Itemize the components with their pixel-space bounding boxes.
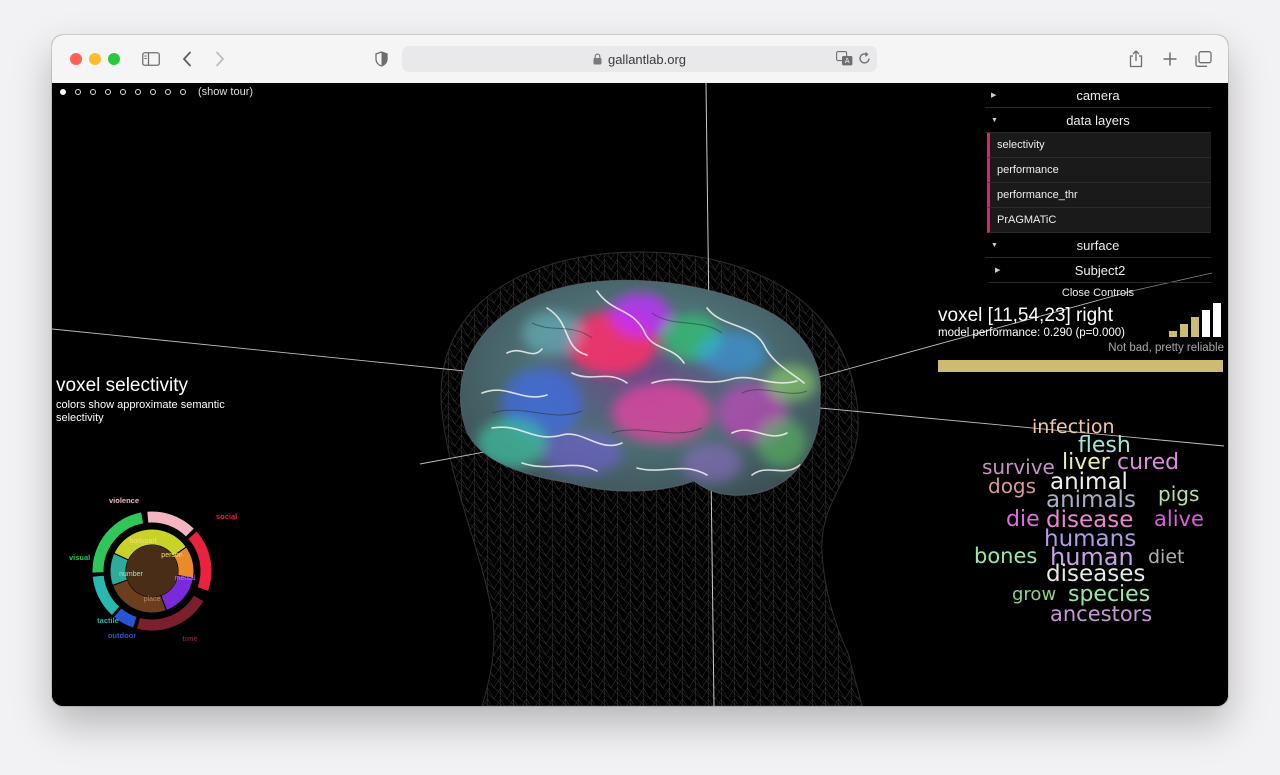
forward-icon[interactable] [210,47,230,71]
layer-pragmatic[interactable]: PrAGMATiC [987,208,1211,233]
brain-viewer[interactable]: (show tour) ▶ camera ▼ data layers selec… [52,83,1228,706]
address-bar[interactable]: gallantlab.org A [402,46,877,72]
layer-label: PrAGMATiC [997,214,1057,226]
folder-label: Subject2 [1074,262,1126,278]
caret-right-icon: ▶ [995,267,1001,274]
wheel-outer-label: visual [69,553,90,562]
folder-label: data layers [1066,112,1130,128]
voxel-title: voxel [11,54,23] right [938,305,1113,326]
wheel-outer-label: tactile [97,616,119,625]
selectivity-title: voxel selectivity [56,375,188,396]
zoom-window-button[interactable] [108,53,120,65]
wheel-inner-label: person [161,552,183,559]
translate-icon[interactable]: A [836,51,853,66]
sidebar-icon[interactable] [140,47,162,71]
performance-bar [938,360,1223,372]
folder-camera[interactable]: ▶ camera [985,83,1211,108]
caret-right-icon: ▶ [991,92,997,99]
tour-step-dot[interactable] [90,89,96,95]
tour-navigation: (show tour) [60,86,253,98]
folder-data-layers[interactable]: ▼ data layers [985,108,1211,133]
folder-surface[interactable]: ▼ surface [985,233,1211,258]
tour-step-dot[interactable] [150,89,156,95]
reload-icon[interactable] [858,52,871,65]
tour-step-dot[interactable] [105,89,111,95]
folder-label: camera [1076,87,1120,103]
signal-bar [1191,317,1199,337]
show-tour-link[interactable]: (show tour) [198,86,253,98]
layer-selectivity[interactable]: selectivity [987,133,1211,158]
word-cloud-word: ancestors [1050,602,1153,626]
layer-label: performance_thr [997,189,1078,201]
folder-label: surface [1076,237,1120,253]
controls-panel: ▶ camera ▼ data layers selectivity perfo… [985,83,1211,303]
tour-step-dot[interactable] [120,89,126,95]
signal-bar [1180,324,1188,337]
caret-down-icon: ▼ [991,241,998,249]
caret-down-icon: ▼ [991,116,998,124]
wheel-inner-label: place [144,596,161,603]
signal-bar [1202,310,1210,337]
tour-step-dot[interactable] [135,89,141,95]
wheel-inner-label: mental [174,575,195,582]
word-cloud-word: bones [974,544,1038,568]
svg-text:A: A [845,57,850,65]
word-cloud-word: die [1006,507,1040,532]
layer-performance[interactable]: performance [987,158,1211,183]
word-cloud-word: alive [1154,507,1204,531]
browser-toolbar: gallantlab.org A [52,35,1228,84]
shield-icon[interactable] [372,47,390,71]
layer-performance-thr[interactable]: performance_thr [987,183,1211,208]
layer-label: selectivity [997,139,1045,151]
semantic-color-wheel: bodypart person mental place number violence s… [69,496,237,643]
reliability-text: Not bad, pretty reliable [1108,342,1224,354]
word-cloud: infection flesh survive liver cured dogs anima… [972,418,1222,648]
minimize-window-button[interactable] [89,53,101,65]
wheel-outer-label: outdoor [108,631,136,640]
tour-step-dot[interactable] [75,89,81,95]
signal-bar [1169,331,1177,337]
signal-bar [1213,303,1221,337]
word-cloud-word: pigs [1158,482,1200,506]
tour-step-dot[interactable] [60,89,66,95]
selectivity-subtitle: colors show approximate semantic selecti… [56,399,225,424]
close-window-button[interactable] [70,53,82,65]
tabs-icon[interactable] [1193,47,1213,71]
tour-step-dot[interactable] [180,89,186,95]
word-cloud-word: dogs [988,474,1037,498]
model-performance-text: model performance: 0.290 (p=0.000) [938,327,1125,339]
wheel-outer-label: violence [109,496,139,505]
wheel-inner-label: bodypart [129,538,156,545]
share-icon[interactable] [1126,47,1146,71]
wheel-inner-label: number [119,571,143,578]
wheel-outer-label: social [216,512,237,521]
close-controls-button[interactable]: Close Controls [985,283,1211,303]
url-text: gallantlab.org [607,51,687,67]
word-cloud-word: diet [1148,546,1185,568]
browser-window: gallantlab.org A (show tour) ▶ camera ▼ … [52,35,1228,706]
layer-label: performance [997,164,1059,176]
back-icon[interactable] [177,47,197,71]
lock-icon [593,53,602,65]
reliability-signal-icon [1169,303,1221,337]
folder-subject[interactable]: ▶ Subject2 [989,258,1211,283]
tour-step-dot[interactable] [165,89,171,95]
new-tab-icon[interactable] [1160,47,1180,71]
wheel-outer-label: time [182,634,197,643]
